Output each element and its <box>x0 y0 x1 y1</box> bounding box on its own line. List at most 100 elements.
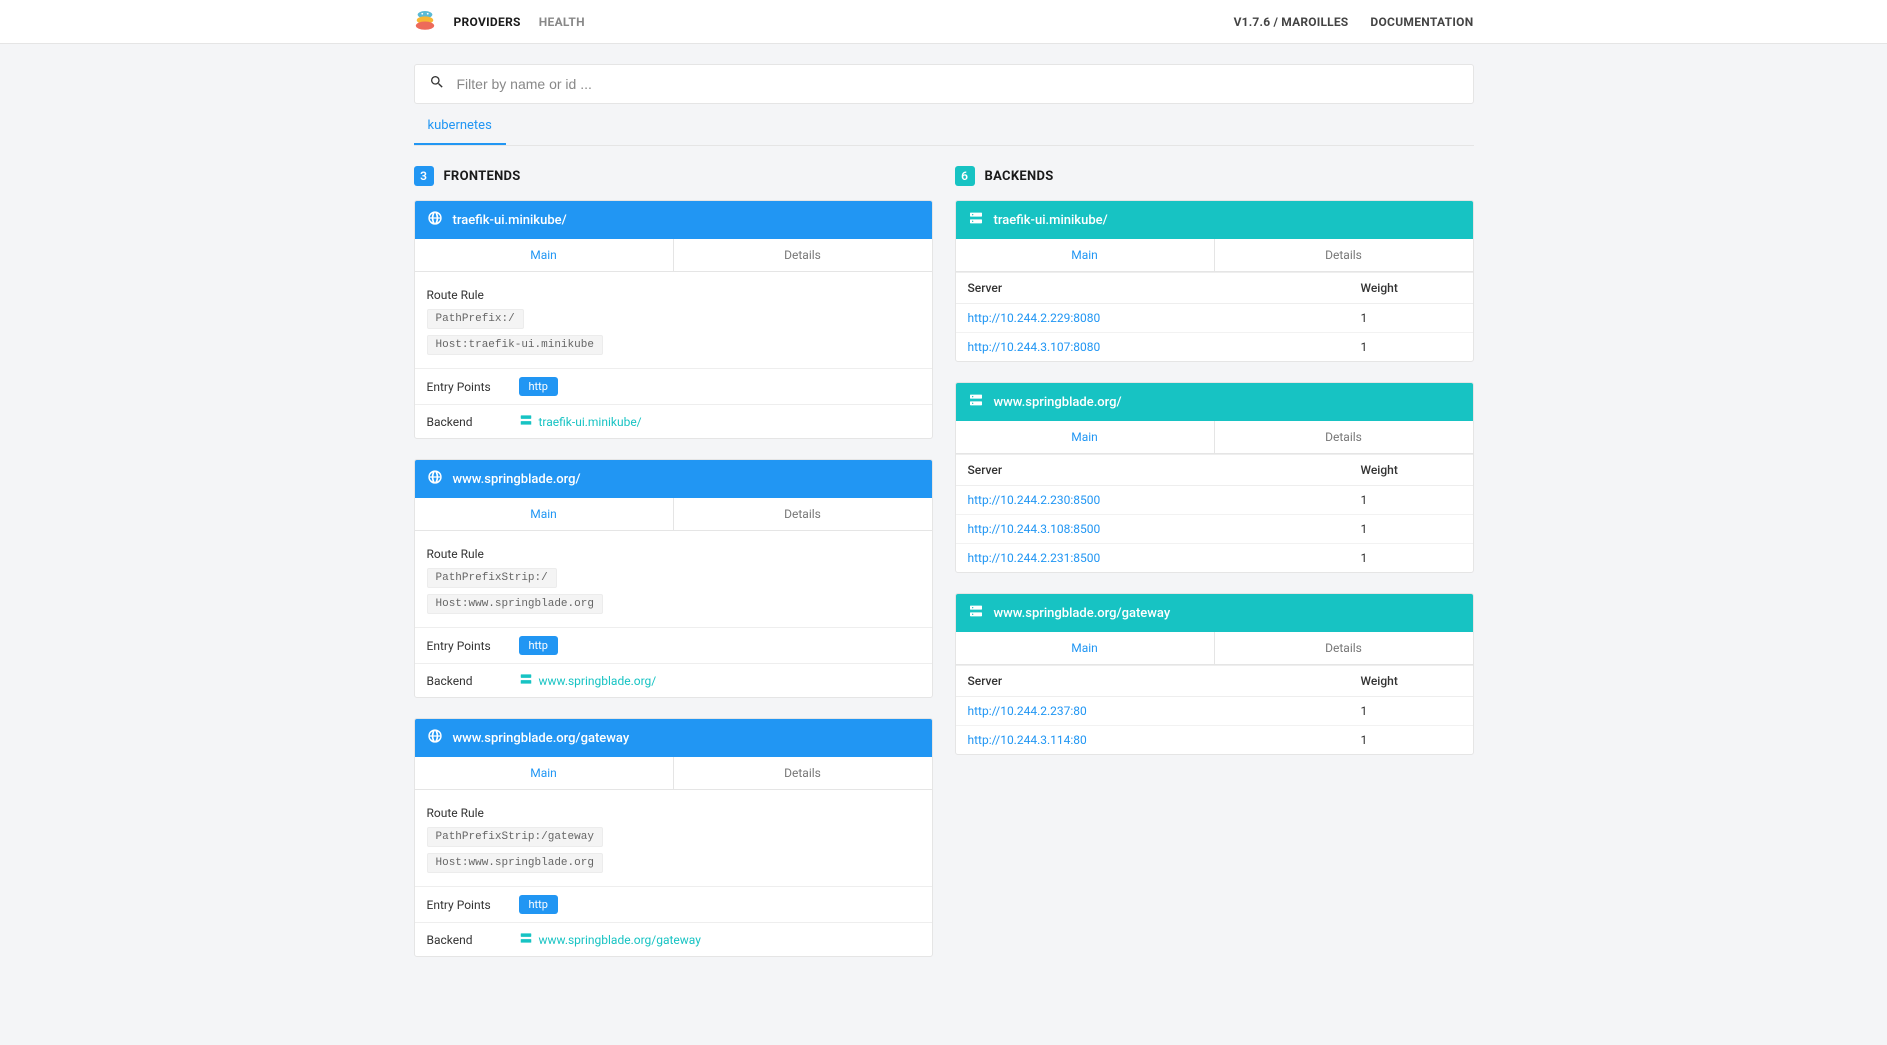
frontend-tab-details[interactable]: Details <box>674 498 932 530</box>
globe-icon <box>427 728 443 748</box>
route-rule-label: Route Rule <box>427 800 920 824</box>
server-url-link[interactable]: http://10.244.3.108:8500 <box>968 522 1361 536</box>
frontend-card-header: www.springblade.org/gateway <box>415 719 932 757</box>
frontend-tab-main[interactable]: Main <box>415 239 674 271</box>
server-weight: 1 <box>1361 522 1461 536</box>
th-weight: Weight <box>1361 463 1461 477</box>
frontend-card: www.springblade.org/ Main Details Route … <box>414 459 933 698</box>
backend-tab-details[interactable]: Details <box>1215 632 1473 664</box>
backend-link-text: traefik-ui.minikube/ <box>539 415 642 429</box>
server-weight: 1 <box>1361 704 1461 718</box>
globe-icon <box>427 210 443 230</box>
backend-tab-main[interactable]: Main <box>956 421 1215 453</box>
backend-card-header: www.springblade.org/ <box>956 383 1473 421</box>
server-row: http://10.244.3.114:80 1 <box>956 726 1473 754</box>
th-server: Server <box>968 674 1361 688</box>
server-icon <box>519 413 533 430</box>
backends-count-badge: 6 <box>955 166 975 186</box>
server-table-header: Server Weight <box>956 272 1473 304</box>
frontend-card: traefik-ui.minikube/ Main Details Route … <box>414 200 933 439</box>
backend-link[interactable]: traefik-ui.minikube/ <box>519 413 642 430</box>
server-url-link[interactable]: http://10.244.2.229:8080 <box>968 311 1361 325</box>
route-rule-chip: Host:www.springblade.org <box>427 594 603 614</box>
server-url-link[interactable]: http://10.244.3.107:8080 <box>968 340 1361 354</box>
route-rule-label: Route Rule <box>427 282 920 306</box>
frontend-card-tabs: Main Details <box>415 757 932 790</box>
frontend-tab-main[interactable]: Main <box>415 498 674 530</box>
server-row: http://10.244.2.230:8500 1 <box>956 486 1473 515</box>
server-weight: 1 <box>1361 311 1461 325</box>
backend-link-text: www.springblade.org/ <box>539 674 657 688</box>
backend-card: www.springblade.org/gateway Main Details… <box>955 593 1474 755</box>
backend-label: Backend <box>427 415 507 429</box>
search-bar <box>414 64 1474 104</box>
tab-kubernetes[interactable]: kubernetes <box>414 108 506 145</box>
frontend-tab-main[interactable]: Main <box>415 757 674 789</box>
frontends-count-badge: 3 <box>414 166 434 186</box>
backend-title: www.springblade.org/gateway <box>994 606 1171 621</box>
th-weight: Weight <box>1361 281 1461 295</box>
route-rule-chip: Host:traefik-ui.minikube <box>427 335 603 355</box>
globe-icon <box>427 469 443 489</box>
entry-point-badge: http <box>519 636 558 655</box>
server-icon <box>968 603 984 623</box>
backend-tab-details[interactable]: Details <box>1215 239 1473 271</box>
frontend-card-tabs: Main Details <box>415 498 932 531</box>
frontend-card-header: www.springblade.org/ <box>415 460 932 498</box>
backend-label: Backend <box>427 674 507 688</box>
frontend-tab-details[interactable]: Details <box>674 757 932 789</box>
server-table-header: Server Weight <box>956 665 1473 697</box>
server-row: http://10.244.2.231:8500 1 <box>956 544 1473 572</box>
frontends-column: 3 FRONTENDS traefik-ui.minikube/ Main De… <box>414 166 933 977</box>
frontend-title: www.springblade.org/ <box>453 472 581 487</box>
server-weight: 1 <box>1361 733 1461 747</box>
version-label: V1.7.6 / MAROILLES <box>1234 15 1349 29</box>
topbar: PROVIDERS HEALTH V1.7.6 / MAROILLES DOCU… <box>0 0 1887 44</box>
entry-points-label: Entry Points <box>427 380 507 394</box>
server-icon <box>519 931 533 948</box>
server-weight: 1 <box>1361 493 1461 507</box>
server-table-header: Server Weight <box>956 454 1473 486</box>
backend-label: Backend <box>427 933 507 947</box>
backend-link[interactable]: www.springblade.org/ <box>519 672 657 689</box>
backend-card-tabs: Main Details <box>956 421 1473 454</box>
frontend-card: www.springblade.org/gateway Main Details… <box>414 718 933 957</box>
search-icon <box>429 74 445 94</box>
backends-column: 6 BACKENDS traefik-ui.minikube/ Main Det… <box>955 166 1474 977</box>
server-row: http://10.244.2.229:8080 1 <box>956 304 1473 333</box>
frontends-title: FRONTENDS <box>444 169 521 184</box>
frontend-card-header: traefik-ui.minikube/ <box>415 201 932 239</box>
th-server: Server <box>968 463 1361 477</box>
nav-health[interactable]: HEALTH <box>539 15 585 29</box>
backend-link[interactable]: www.springblade.org/gateway <box>519 931 701 948</box>
frontend-title: www.springblade.org/gateway <box>453 731 630 746</box>
nav-documentation[interactable]: DOCUMENTATION <box>1370 15 1473 29</box>
route-rule-chip: PathPrefix:/ <box>427 309 524 329</box>
entry-point-badge: http <box>519 377 558 396</box>
entry-point-badge: http <box>519 895 558 914</box>
search-input[interactable] <box>457 76 1459 92</box>
route-rule-chip: Host:www.springblade.org <box>427 853 603 873</box>
backend-tab-main[interactable]: Main <box>956 632 1215 664</box>
route-rule-label: Route Rule <box>427 541 920 565</box>
entry-points-label: Entry Points <box>427 898 507 912</box>
server-url-link[interactable]: http://10.244.2.231:8500 <box>968 551 1361 565</box>
backend-tab-main[interactable]: Main <box>956 239 1215 271</box>
traefik-logo <box>414 9 436 35</box>
route-rule-chip: PathPrefixStrip:/gateway <box>427 827 603 847</box>
server-weight: 1 <box>1361 551 1461 565</box>
backend-card-tabs: Main Details <box>956 239 1473 272</box>
backends-title: BACKENDS <box>985 169 1054 184</box>
th-weight: Weight <box>1361 674 1461 688</box>
server-url-link[interactable]: http://10.244.2.230:8500 <box>968 493 1361 507</box>
server-icon <box>519 672 533 689</box>
backend-title: www.springblade.org/ <box>994 395 1122 410</box>
entry-points-label: Entry Points <box>427 639 507 653</box>
server-url-link[interactable]: http://10.244.2.237:80 <box>968 704 1361 718</box>
server-url-link[interactable]: http://10.244.3.114:80 <box>968 733 1361 747</box>
nav-providers[interactable]: PROVIDERS <box>454 15 521 29</box>
main-container: kubernetes 3 FRONTENDS traefik-ui.miniku… <box>414 44 1474 1017</box>
frontend-tab-details[interactable]: Details <box>674 239 932 271</box>
backend-tab-details[interactable]: Details <box>1215 421 1473 453</box>
backend-card-tabs: Main Details <box>956 632 1473 665</box>
